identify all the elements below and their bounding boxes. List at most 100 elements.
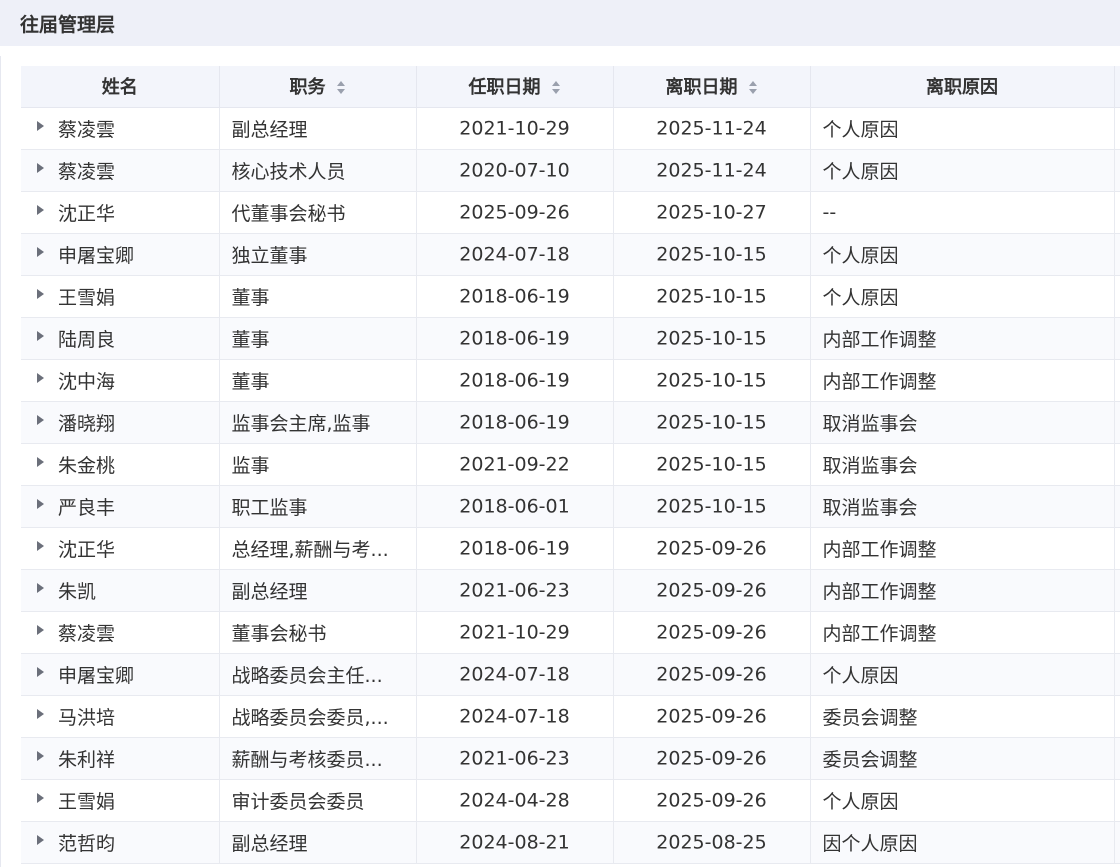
- manager-name: 潘晓翔: [58, 412, 116, 435]
- expand-caret-icon[interactable]: [37, 121, 44, 131]
- table-row[interactable]: 蔡凌雲 核心技术人员 2020-07-10 2025-11-24 个人原因: [21, 149, 1120, 192]
- expand-caret-icon[interactable]: [37, 541, 44, 551]
- leave-reason: 个人原因: [822, 286, 899, 309]
- cell-spacer: [1114, 233, 1120, 276]
- cell-start-date: 2021-06-23: [416, 569, 614, 612]
- manager-position: 代董事会秘书: [231, 202, 346, 225]
- manager-name: 蔡凌雲: [58, 622, 116, 645]
- management-history-table-container[interactable]: 姓名 职务 任职日期 离职日期 离职原因 蔡凌雲 副总经理 2021-10-29 20…: [21, 66, 1120, 867]
- cell-start-date: 2018-06-19: [416, 359, 614, 402]
- sort-icon[interactable]: [551, 79, 561, 97]
- cell-start-date: 2018-06-19: [416, 527, 614, 570]
- sort-icon[interactable]: [748, 79, 758, 97]
- column-header-position[interactable]: 职务: [219, 66, 417, 108]
- cell-end-date: 2025-10-15: [613, 317, 811, 360]
- table-row[interactable]: 范哲昀 副总经理 2024-08-21 2025-08-25 因个人原因: [21, 821, 1120, 864]
- cell-reason: 个人原因: [810, 779, 1115, 822]
- cell-position: 监事: [219, 443, 417, 486]
- expand-caret-icon[interactable]: [37, 835, 44, 845]
- expand-caret-icon[interactable]: [37, 205, 44, 215]
- cell-name: 蔡凌雲: [21, 611, 220, 654]
- cell-position: 职工监事: [219, 485, 417, 528]
- cell-position: 董事: [219, 317, 417, 360]
- table-row[interactable]: 蔡凌雲 副总经理 2021-10-29 2025-11-24 个人原因: [21, 107, 1120, 150]
- cell-spacer: [1114, 275, 1120, 318]
- manager-name: 朱金桃: [58, 454, 116, 477]
- expand-caret-icon[interactable]: [37, 415, 44, 425]
- end-date: 2025-08-25: [656, 831, 767, 854]
- expand-caret-icon[interactable]: [37, 331, 44, 341]
- expand-caret-icon[interactable]: [37, 457, 44, 467]
- leave-reason: 内部工作调整: [822, 328, 937, 351]
- table-row[interactable]: 申屠宝卿 战略委员会主任... 2024-07-18 2025-09-26 个人原因: [21, 653, 1120, 696]
- manager-position: 董事: [231, 328, 270, 351]
- start-date: 2018-06-19: [459, 327, 570, 350]
- column-header-end-date[interactable]: 离职日期: [613, 66, 811, 108]
- cell-name: 潘晓翔: [21, 401, 220, 444]
- table-row[interactable]: 严良丰 职工监事 2018-06-01 2025-10-15 取消监事会: [21, 485, 1120, 528]
- expand-caret-icon[interactable]: [37, 793, 44, 803]
- expand-caret-icon[interactable]: [37, 163, 44, 173]
- cell-reason: 取消监事会: [810, 443, 1115, 486]
- column-header-start-date[interactable]: 任职日期: [416, 66, 614, 108]
- cell-spacer: [1114, 695, 1120, 738]
- table-row[interactable]: 沈正华 总经理,薪酬与考... 2018-06-19 2025-09-26 内部工作调整: [21, 527, 1120, 570]
- table-row[interactable]: 朱凯 副总经理 2021-06-23 2025-09-26 内部工作调整: [21, 569, 1120, 612]
- manager-position: 独立董事: [231, 244, 308, 267]
- manager-position: 监事: [231, 454, 270, 477]
- cell-name: 严良丰: [21, 485, 220, 528]
- manager-name: 蔡凌雲: [58, 160, 116, 183]
- manager-name: 沈中海: [58, 370, 116, 393]
- end-date: 2025-11-24: [656, 159, 767, 182]
- expand-caret-icon[interactable]: [37, 289, 44, 299]
- table-row[interactable]: 沈中海 董事 2018-06-19 2025-10-15 内部工作调整: [21, 359, 1120, 402]
- sort-icon[interactable]: [336, 79, 346, 97]
- expand-caret-icon[interactable]: [37, 751, 44, 761]
- cell-position: 总经理,薪酬与考...: [219, 527, 417, 570]
- expand-caret-icon[interactable]: [37, 247, 44, 257]
- table-row[interactable]: 沈正华 代董事会秘书 2025-09-26 2025-10-27 --: [21, 191, 1120, 234]
- cell-reason: 个人原因: [810, 653, 1115, 696]
- leave-reason: 取消监事会: [822, 412, 918, 435]
- manager-position: 薪酬与考核委员...: [231, 748, 383, 771]
- end-date: 2025-09-26: [656, 663, 767, 686]
- start-date: 2018-06-19: [459, 411, 570, 434]
- cell-name: 沈中海: [21, 359, 220, 402]
- manager-name: 申屠宝卿: [58, 664, 135, 687]
- cell-reason: 委员会调整: [810, 737, 1115, 780]
- table-row[interactable]: 王雪娟 董事 2018-06-19 2025-10-15 个人原因: [21, 275, 1120, 318]
- end-date: 2025-09-26: [656, 621, 767, 644]
- table-row[interactable]: 申屠宝卿 独立董事 2024-07-18 2025-10-15 个人原因: [21, 233, 1120, 276]
- table-row[interactable]: 潘晓翔 监事会主席,监事 2018-06-19 2025-10-15 取消监事会: [21, 401, 1120, 444]
- cell-reason: 个人原因: [810, 149, 1115, 192]
- table-row[interactable]: 朱金桃 监事 2021-09-22 2025-10-15 取消监事会: [21, 443, 1120, 486]
- leave-reason: 委员会调整: [822, 706, 918, 729]
- table-row[interactable]: 朱利祥 薪酬与考核委员... 2021-06-23 2025-09-26 委员会调整: [21, 737, 1120, 780]
- table-row[interactable]: 陆周良 董事 2018-06-19 2025-10-15 内部工作调整: [21, 317, 1120, 360]
- expand-caret-icon[interactable]: [37, 499, 44, 509]
- table-row[interactable]: 王雪娟 审计委员会委员 2024-04-28 2025-09-26 个人原因: [21, 779, 1120, 822]
- expand-caret-icon[interactable]: [37, 373, 44, 383]
- expand-caret-icon[interactable]: [37, 709, 44, 719]
- cell-start-date: 2024-08-21: [416, 821, 614, 864]
- cell-end-date: 2025-11-24: [613, 107, 811, 150]
- table-row[interactable]: 马洪培 战略委员会委员,... 2024-07-18 2025-09-26 委员会调整: [21, 695, 1120, 738]
- cell-end-date: 2025-09-26: [613, 653, 811, 696]
- cell-end-date: 2025-09-26: [613, 527, 811, 570]
- cell-end-date: 2025-09-26: [613, 611, 811, 654]
- start-date: 2024-07-18: [459, 243, 570, 266]
- end-date: 2025-10-15: [656, 327, 767, 350]
- cell-position: 监事会主席,监事: [219, 401, 417, 444]
- cell-start-date: 2018-06-19: [416, 275, 614, 318]
- cell-spacer: [1114, 779, 1120, 822]
- manager-name: 陆周良: [58, 328, 116, 351]
- cell-position: 副总经理: [219, 821, 417, 864]
- cell-name: 申屠宝卿: [21, 233, 220, 276]
- expand-caret-icon[interactable]: [37, 667, 44, 677]
- expand-caret-icon[interactable]: [37, 625, 44, 635]
- expand-caret-icon[interactable]: [37, 583, 44, 593]
- cell-end-date: 2025-09-26: [613, 779, 811, 822]
- column-header-name: 姓名: [21, 66, 220, 108]
- table-row[interactable]: 蔡凌雲 董事会秘书 2021-10-29 2025-09-26 内部工作调整: [21, 611, 1120, 654]
- column-header-label: 任职日期: [468, 77, 541, 99]
